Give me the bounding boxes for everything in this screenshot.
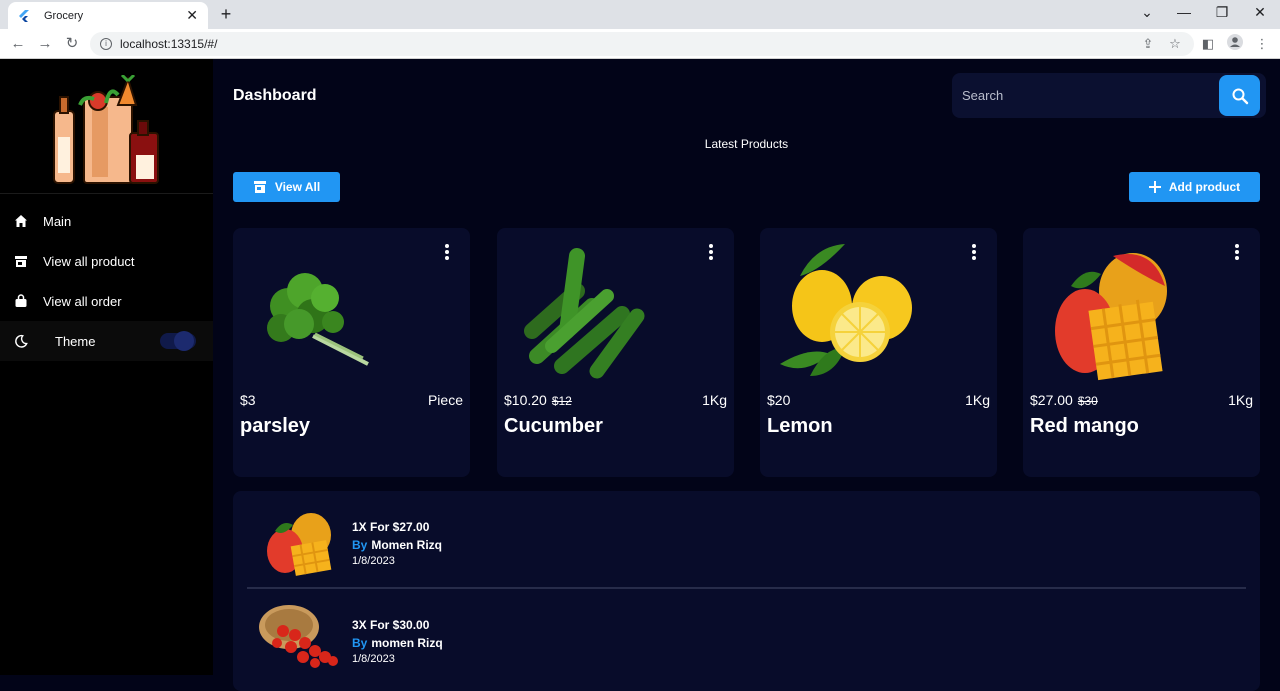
restore-icon[interactable]: ❐ [1212, 4, 1232, 21]
sidebar-divider [0, 193, 213, 194]
bag-icon [14, 294, 28, 308]
browser-tab[interactable]: Grocery ✕ [8, 2, 208, 29]
order-item[interactable]: 3X For $30.00 By momen Rizq 1/8/2023 [233, 591, 1260, 681]
view-all-button[interactable]: View All [233, 172, 340, 202]
latest-products-title: Latest Products [704, 137, 789, 151]
more-options-icon[interactable] [444, 244, 450, 260]
side-panel-icon[interactable]: ◧ [1198, 34, 1218, 54]
moon-icon [14, 334, 28, 348]
add-product-button[interactable]: Add product [1129, 172, 1260, 202]
search-input[interactable] [952, 73, 1214, 118]
minimize-icon[interactable]: — [1174, 4, 1194, 20]
product-name: Red mango [1030, 415, 1139, 437]
omnibox[interactable]: i localhost:13315/#/ [90, 32, 1194, 56]
view-all-label: View All [274, 180, 321, 194]
more-options-icon[interactable] [1234, 244, 1240, 260]
tab-search-icon[interactable]: ⌄ [1137, 4, 1157, 21]
site-info-icon[interactable]: i [100, 38, 112, 50]
order-summary: 1X For $27.00 [352, 520, 430, 534]
order-summary: 3X For $30.00 [352, 618, 430, 632]
product-unit: Piece [427, 392, 463, 408]
product-price: $20 [767, 392, 791, 408]
plus-icon [1148, 181, 1161, 193]
grocery-logo [53, 75, 159, 184]
product-price: $10.20 $12 [504, 392, 572, 408]
search-bar [952, 73, 1266, 118]
lemon-image [780, 244, 912, 376]
product-unit: 1Kg [1228, 392, 1253, 408]
order-date: 1/8/2023 [352, 653, 395, 665]
tab-title: Grocery [44, 9, 84, 22]
forward-icon[interactable]: → [35, 34, 55, 54]
product-card[interactable]: $27.00 $30 1Kg Red mango [1023, 228, 1260, 477]
app: Main View all product View all order The… [0, 59, 1280, 691]
sidebar: Main View all product View all order The… [0, 59, 213, 675]
address-bar: ← → ↻ i localhost:13315/#/ ⇪ ☆ ◧ ⋮ [0, 29, 1280, 59]
sidebar-item-main[interactable]: Main [0, 201, 213, 241]
product-unit: 1Kg [702, 392, 727, 408]
page-title: Dashboard [233, 87, 317, 104]
theme-toggle-knob [174, 331, 194, 351]
back-icon[interactable]: ← [8, 34, 28, 54]
sidebar-item-view-all-order[interactable]: View all order [0, 281, 213, 321]
share-icon[interactable]: ⇪ [1138, 34, 1158, 54]
sidebar-item-label: View all order [43, 293, 122, 309]
mango-thumbnail [267, 513, 332, 576]
order-customer: By momen Rizq [352, 636, 443, 650]
latest-orders-panel: 1X For $27.00 By Momen Rizq 1/8/2023 3X F… [233, 491, 1260, 691]
reload-icon[interactable]: ↻ [62, 34, 82, 54]
theme-toggle[interactable] [160, 331, 196, 351]
more-options-icon[interactable] [971, 244, 977, 260]
flutter-icon [19, 9, 29, 22]
order-item[interactable]: 1X For $27.00 By Momen Rizq 1/8/2023 [233, 491, 1260, 581]
search-button[interactable] [1219, 75, 1260, 116]
cucumber-image [524, 248, 645, 379]
store-icon [14, 254, 28, 268]
product-name: parsley [240, 415, 311, 437]
profile-icon[interactable] [1225, 34, 1245, 54]
order-date: 1/8/2023 [352, 555, 395, 567]
store-icon [253, 181, 267, 193]
sidebar-item-label: Theme [55, 333, 96, 349]
sidebar-item-theme[interactable]: Theme [0, 321, 213, 361]
product-card[interactable]: $10.20 $12 1Kg Cucumber [497, 228, 734, 477]
sidebar-item-label: Main [43, 213, 72, 229]
new-tab-button[interactable]: + [216, 4, 236, 24]
bookmark-star-icon[interactable]: ☆ [1165, 34, 1185, 54]
product-card[interactable]: $3 Piece parsley [233, 228, 470, 477]
order-customer: By Momen Rizq [352, 538, 443, 552]
product-unit: 1Kg [965, 392, 990, 408]
window-close-icon[interactable]: ✕ [1250, 4, 1270, 21]
parsley-image [267, 273, 369, 366]
cherry-tomato-thumbnail [259, 605, 338, 668]
more-options-icon[interactable] [708, 244, 714, 260]
mango-image [1055, 253, 1167, 381]
home-icon [14, 214, 28, 228]
add-product-label: Add product [1168, 180, 1241, 194]
product-price: $3 [240, 392, 256, 408]
browser-menu-icon[interactable]: ⋮ [1252, 34, 1272, 54]
sidebar-item-label: View all product [43, 253, 135, 269]
product-name: Cucumber [504, 415, 603, 437]
browser-tab-strip: Grocery ✕ + ⌄ — ❐ ✕ [0, 0, 1280, 29]
search-icon [1232, 88, 1248, 104]
sidebar-item-view-all-product[interactable]: View all product [0, 241, 213, 281]
product-card[interactable]: $20 1Kg Lemon [760, 228, 997, 477]
url-text[interactable]: localhost:13315/#/ [120, 37, 217, 51]
product-name: Lemon [767, 415, 833, 437]
order-divider [247, 587, 1246, 589]
product-price: $27.00 $30 [1030, 392, 1098, 408]
tab-close-icon[interactable]: ✕ [186, 7, 198, 24]
